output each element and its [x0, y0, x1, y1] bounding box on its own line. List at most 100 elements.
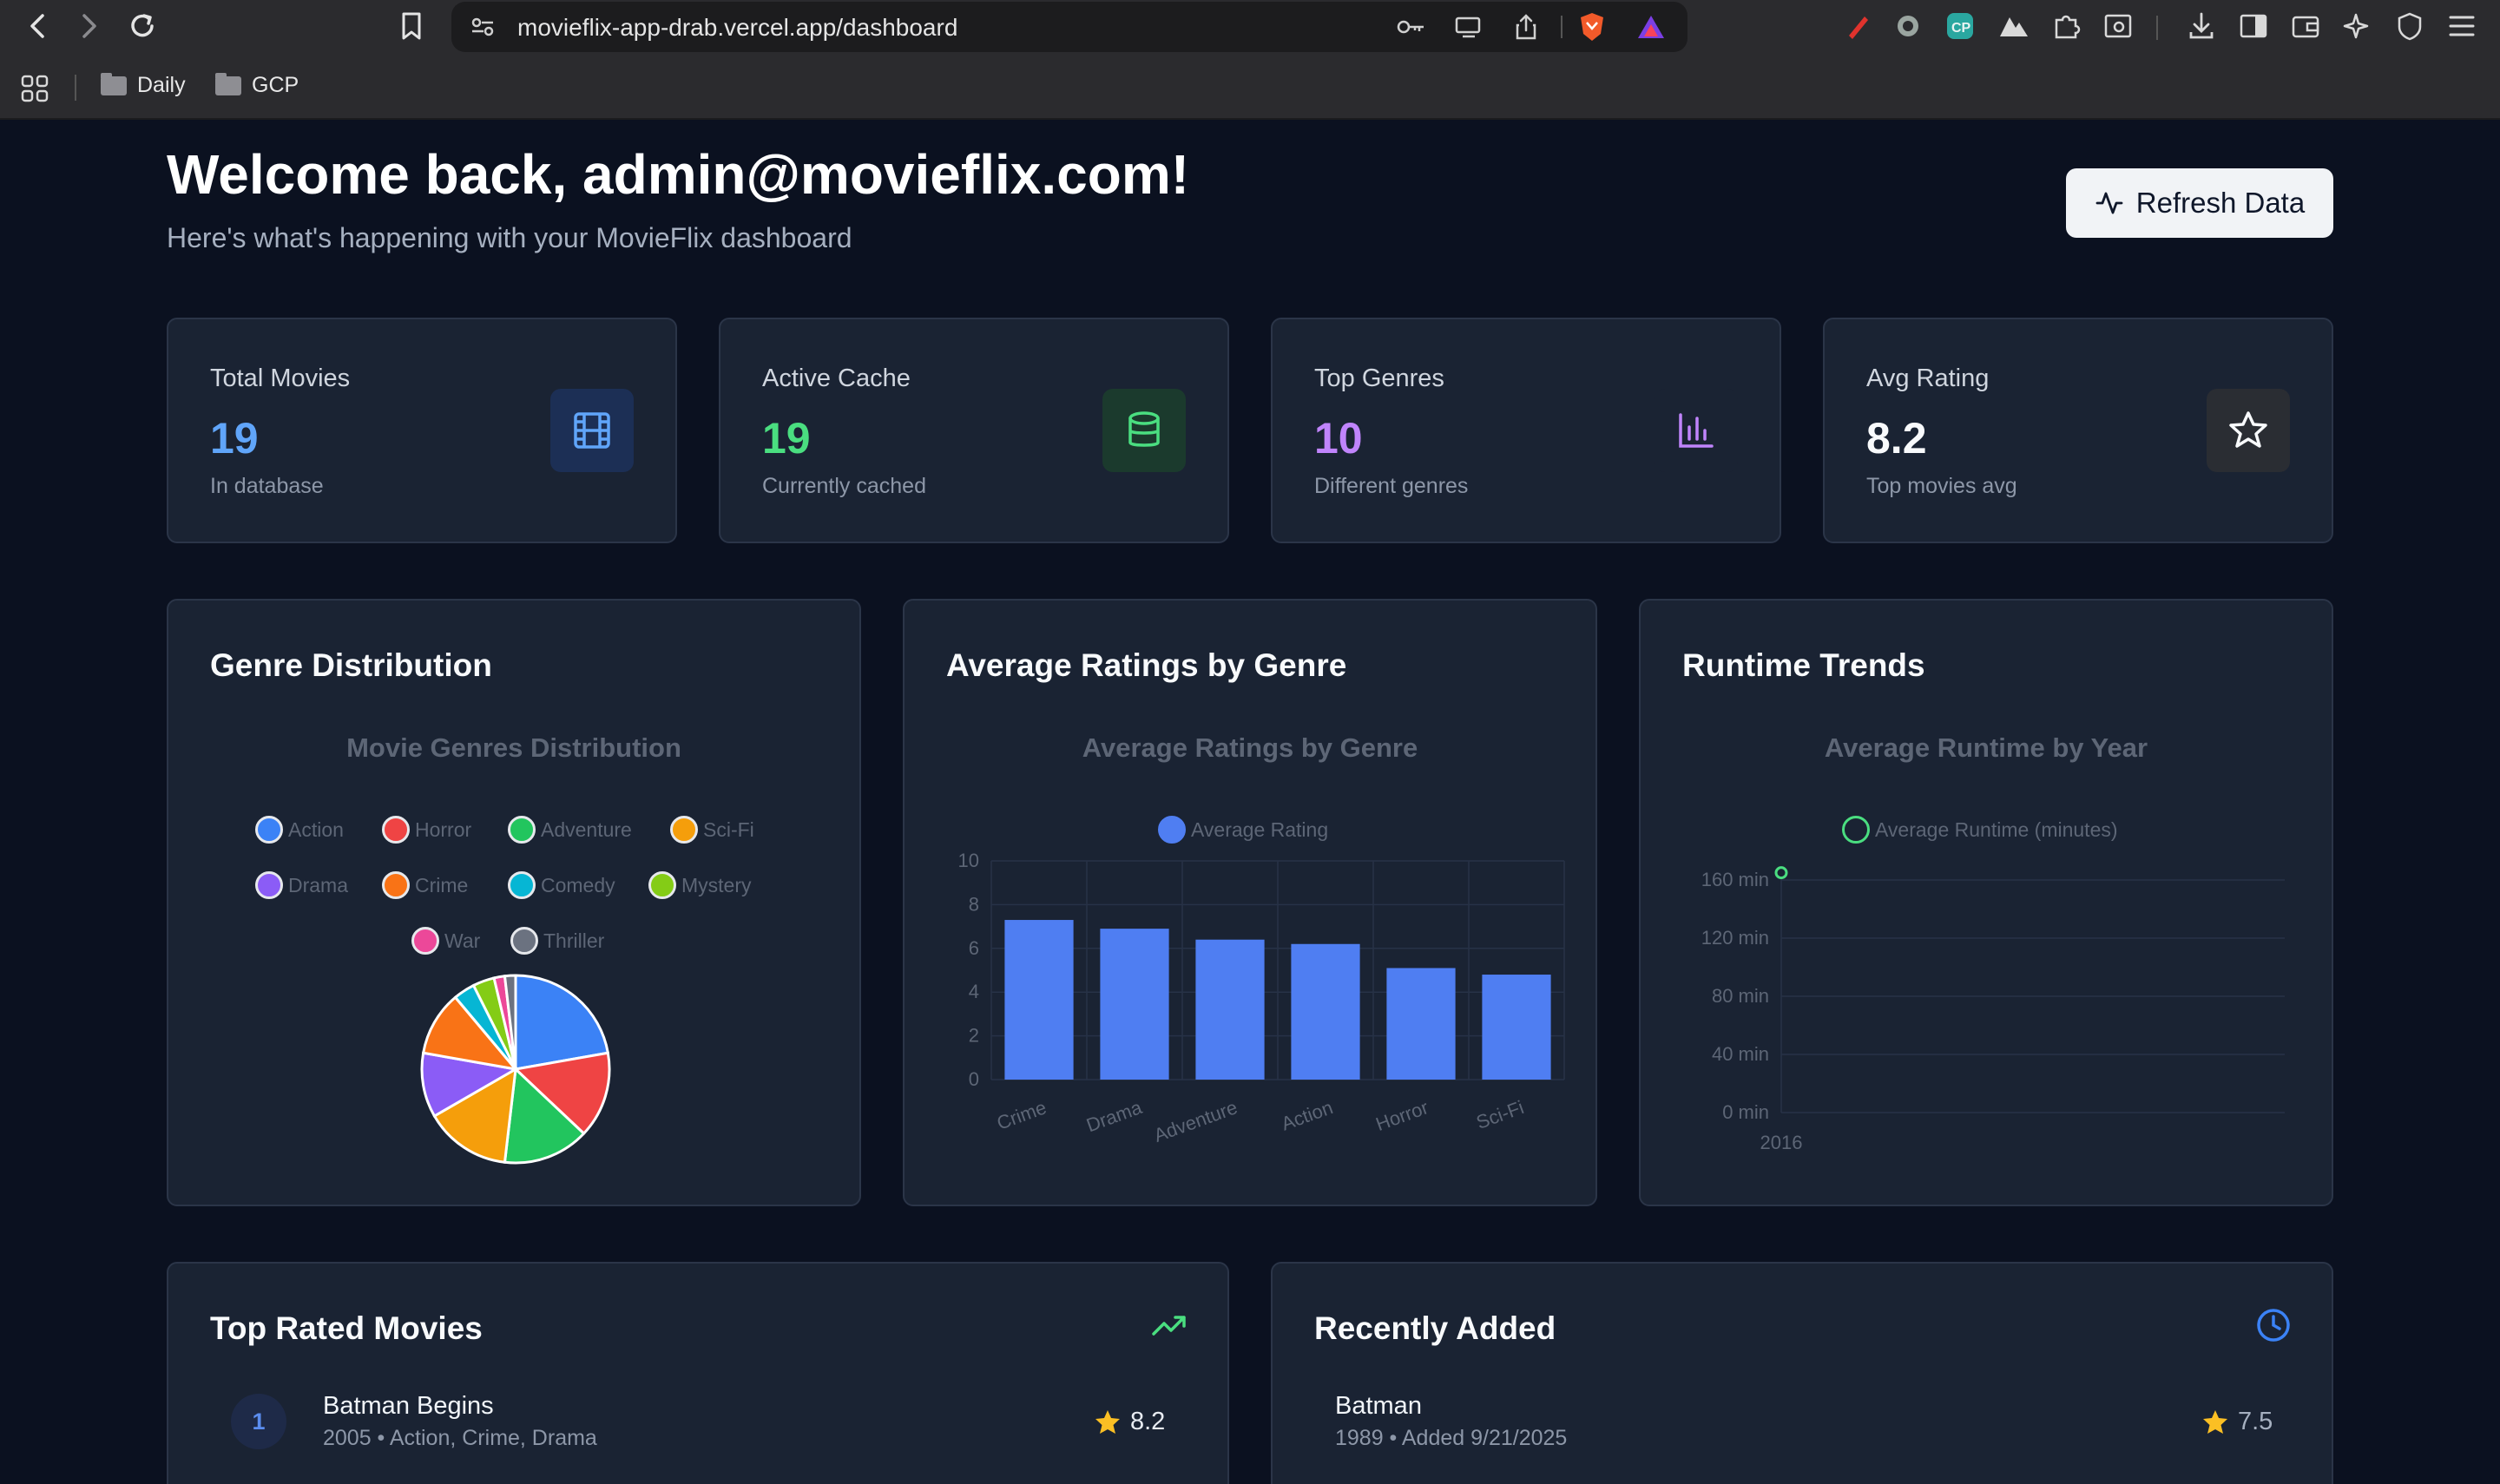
address-bar[interactable]: movieflix-app-drab.vercel.app/dashboard	[451, 2, 1688, 52]
extension-mountain-icon[interactable]	[1995, 7, 2033, 45]
stat-sub: In database	[210, 474, 324, 498]
reader-mode-icon[interactable]	[2099, 7, 2137, 45]
bar-adventure[interactable]	[1195, 939, 1265, 1080]
bookmark-daily[interactable]: Daily	[101, 72, 186, 98]
extension-cp-icon[interactable]: CP	[1941, 7, 1979, 45]
x-tick-label: Sci-Fi	[1473, 1096, 1526, 1133]
y-tick-label: 2	[969, 1025, 979, 1047]
sidebar-toggle-icon[interactable]	[2234, 7, 2273, 45]
panel-title: Recently Added	[1314, 1310, 1556, 1346]
stat-value: 8.2	[1866, 414, 1927, 463]
refresh-data-button[interactable]: Refresh Data	[2066, 168, 2333, 238]
divider	[75, 75, 76, 101]
browser-toolbar: movieflix-app-drab.vercel.app/dashboard …	[0, 0, 2500, 54]
bar-crime[interactable]	[1004, 920, 1074, 1080]
film-icon	[550, 389, 634, 472]
bar-chart[interactable]: 10 8 6 4 2 0 Crime Drama Adventure Action Horror Sc…	[905, 601, 1599, 1208]
menu-icon[interactable]	[2443, 7, 2481, 45]
top-rated-panel: Top Rated Movies 1 Batman Begins 2005 • …	[167, 1262, 1229, 1484]
download-icon[interactable]	[2182, 7, 2220, 45]
page-subtitle: Here's what's happening with your MovieF…	[167, 222, 852, 253]
stat-card-total-movies: Total Movies 19 In database	[167, 318, 677, 543]
stat-card-avg-rating: Avg Rating 8.2 Top movies avg	[1823, 318, 2333, 543]
refresh-label: Refresh Data	[2135, 187, 2306, 219]
svg-text:CP: CP	[1951, 21, 1971, 36]
movie-meta: 2005 • Action, Crime, Drama	[323, 1426, 597, 1450]
bookmark-gcp[interactable]: GCP	[215, 72, 299, 98]
x-tick-label: Crime	[994, 1096, 1049, 1134]
bar-sci-fi[interactable]	[1482, 975, 1551, 1080]
extensions-puzzle-icon[interactable]	[2047, 7, 2085, 45]
y-tick-label: 10	[958, 850, 979, 871]
y-tick-label: 120 min	[1701, 927, 1769, 949]
bar-chart-icon	[1655, 389, 1738, 472]
share-icon[interactable]	[1507, 8, 1545, 46]
movie-title: Batman	[1335, 1392, 1422, 1420]
genre-distribution-panel: Genre Distribution Movie Genres Distribu…	[167, 599, 861, 1206]
activity-icon	[2095, 192, 2123, 214]
y-tick-label: 6	[969, 937, 979, 959]
folder-icon	[101, 72, 127, 95]
extension-pen-icon[interactable]	[1839, 7, 1877, 45]
stat-value: 19	[762, 414, 811, 463]
x-tick-label: Adventure	[1151, 1096, 1240, 1146]
movie-meta: 1989 • Added 9/21/2025	[1335, 1426, 1568, 1450]
forward-button[interactable]	[69, 7, 108, 45]
wallet-icon[interactable]	[2286, 7, 2325, 45]
x-tick-label: 2016	[1760, 1132, 1803, 1153]
site-settings-icon[interactable]	[464, 8, 502, 46]
stat-label: Top Genres	[1314, 364, 1444, 392]
list-item[interactable]: Batman 1989 • Added 9/21/2025	[1335, 1392, 1567, 1451]
stat-value: 19	[210, 414, 259, 463]
bookmark-label: GCP	[252, 73, 299, 97]
stat-sub: Different genres	[1314, 474, 1469, 498]
y-tick-label: 80 min	[1712, 985, 1769, 1007]
x-tick-label: Action	[1279, 1096, 1336, 1134]
average-ratings-panel: Average Ratings by Genre Average Ratings…	[903, 599, 1597, 1206]
bar-action[interactable]	[1291, 943, 1360, 1080]
ai-sparkle-icon[interactable]	[2339, 7, 2377, 45]
y-tick-label: 0	[969, 1068, 979, 1090]
recently-added-panel: Recently Added Batman 1989 • Added 9/21/…	[1271, 1262, 2333, 1484]
stat-card-top-genres: Top Genres 10 Different genres	[1271, 318, 1781, 543]
vpn-shield-icon[interactable]	[2391, 7, 2429, 45]
x-tick-label: Drama	[1083, 1096, 1145, 1136]
star-icon	[2203, 1409, 2227, 1434]
apps-grid-icon[interactable]	[16, 69, 54, 108]
data-point[interactable]	[1774, 866, 1788, 880]
list-item[interactable]: 1 Batman Begins 2005 • Action, Crime, Dr…	[168, 1392, 597, 1451]
y-tick-label: 40 min	[1712, 1043, 1769, 1065]
movie-title: Batman Begins	[323, 1392, 494, 1420]
movie-rating: 7.5	[2201, 1408, 2273, 1436]
bar-horror[interactable]	[1386, 968, 1456, 1080]
extension-recycle-icon[interactable]	[1889, 7, 1927, 45]
url-text[interactable]: movieflix-app-drab.vercel.app/dashboard	[517, 14, 957, 42]
y-tick-label: 160 min	[1701, 869, 1769, 890]
stat-label: Active Cache	[762, 364, 911, 392]
y-tick-label: 0 min	[1722, 1101, 1769, 1123]
stat-value: 10	[1314, 414, 1363, 463]
back-button[interactable]	[19, 7, 57, 45]
bookmark-label: Daily	[137, 73, 186, 97]
bar-drama[interactable]	[1100, 929, 1169, 1080]
y-tick-label: 4	[969, 981, 979, 1002]
divider	[1561, 16, 1562, 38]
bookmark-page-icon[interactable]	[392, 7, 431, 45]
line-chart[interactable]: 160 min 120 min 80 min 40 min 0 min 2016	[1641, 601, 2335, 1208]
brave-rewards-icon[interactable]	[1632, 8, 1670, 46]
runtime-trends-panel: Runtime Trends Average Runtime by Year A…	[1639, 599, 2333, 1206]
x-tick-label: Horror	[1373, 1096, 1431, 1135]
stat-sub: Currently cached	[762, 474, 926, 498]
pie-chart[interactable]	[168, 601, 863, 1208]
stat-sub: Top movies avg	[1866, 474, 2017, 498]
cast-icon[interactable]	[1450, 8, 1488, 46]
trending-up-icon	[1151, 1312, 1188, 1343]
key-icon[interactable]	[1392, 8, 1431, 46]
bookmarks-bar	[0, 54, 2500, 120]
brave-shield-icon[interactable]	[1573, 8, 1611, 46]
stat-label: Total Movies	[210, 364, 351, 392]
star-icon	[2207, 389, 2290, 472]
folder-icon	[215, 72, 241, 95]
reload-button[interactable]	[123, 7, 161, 45]
stat-card-active-cache: Active Cache 19 Currently cached	[719, 318, 1229, 543]
